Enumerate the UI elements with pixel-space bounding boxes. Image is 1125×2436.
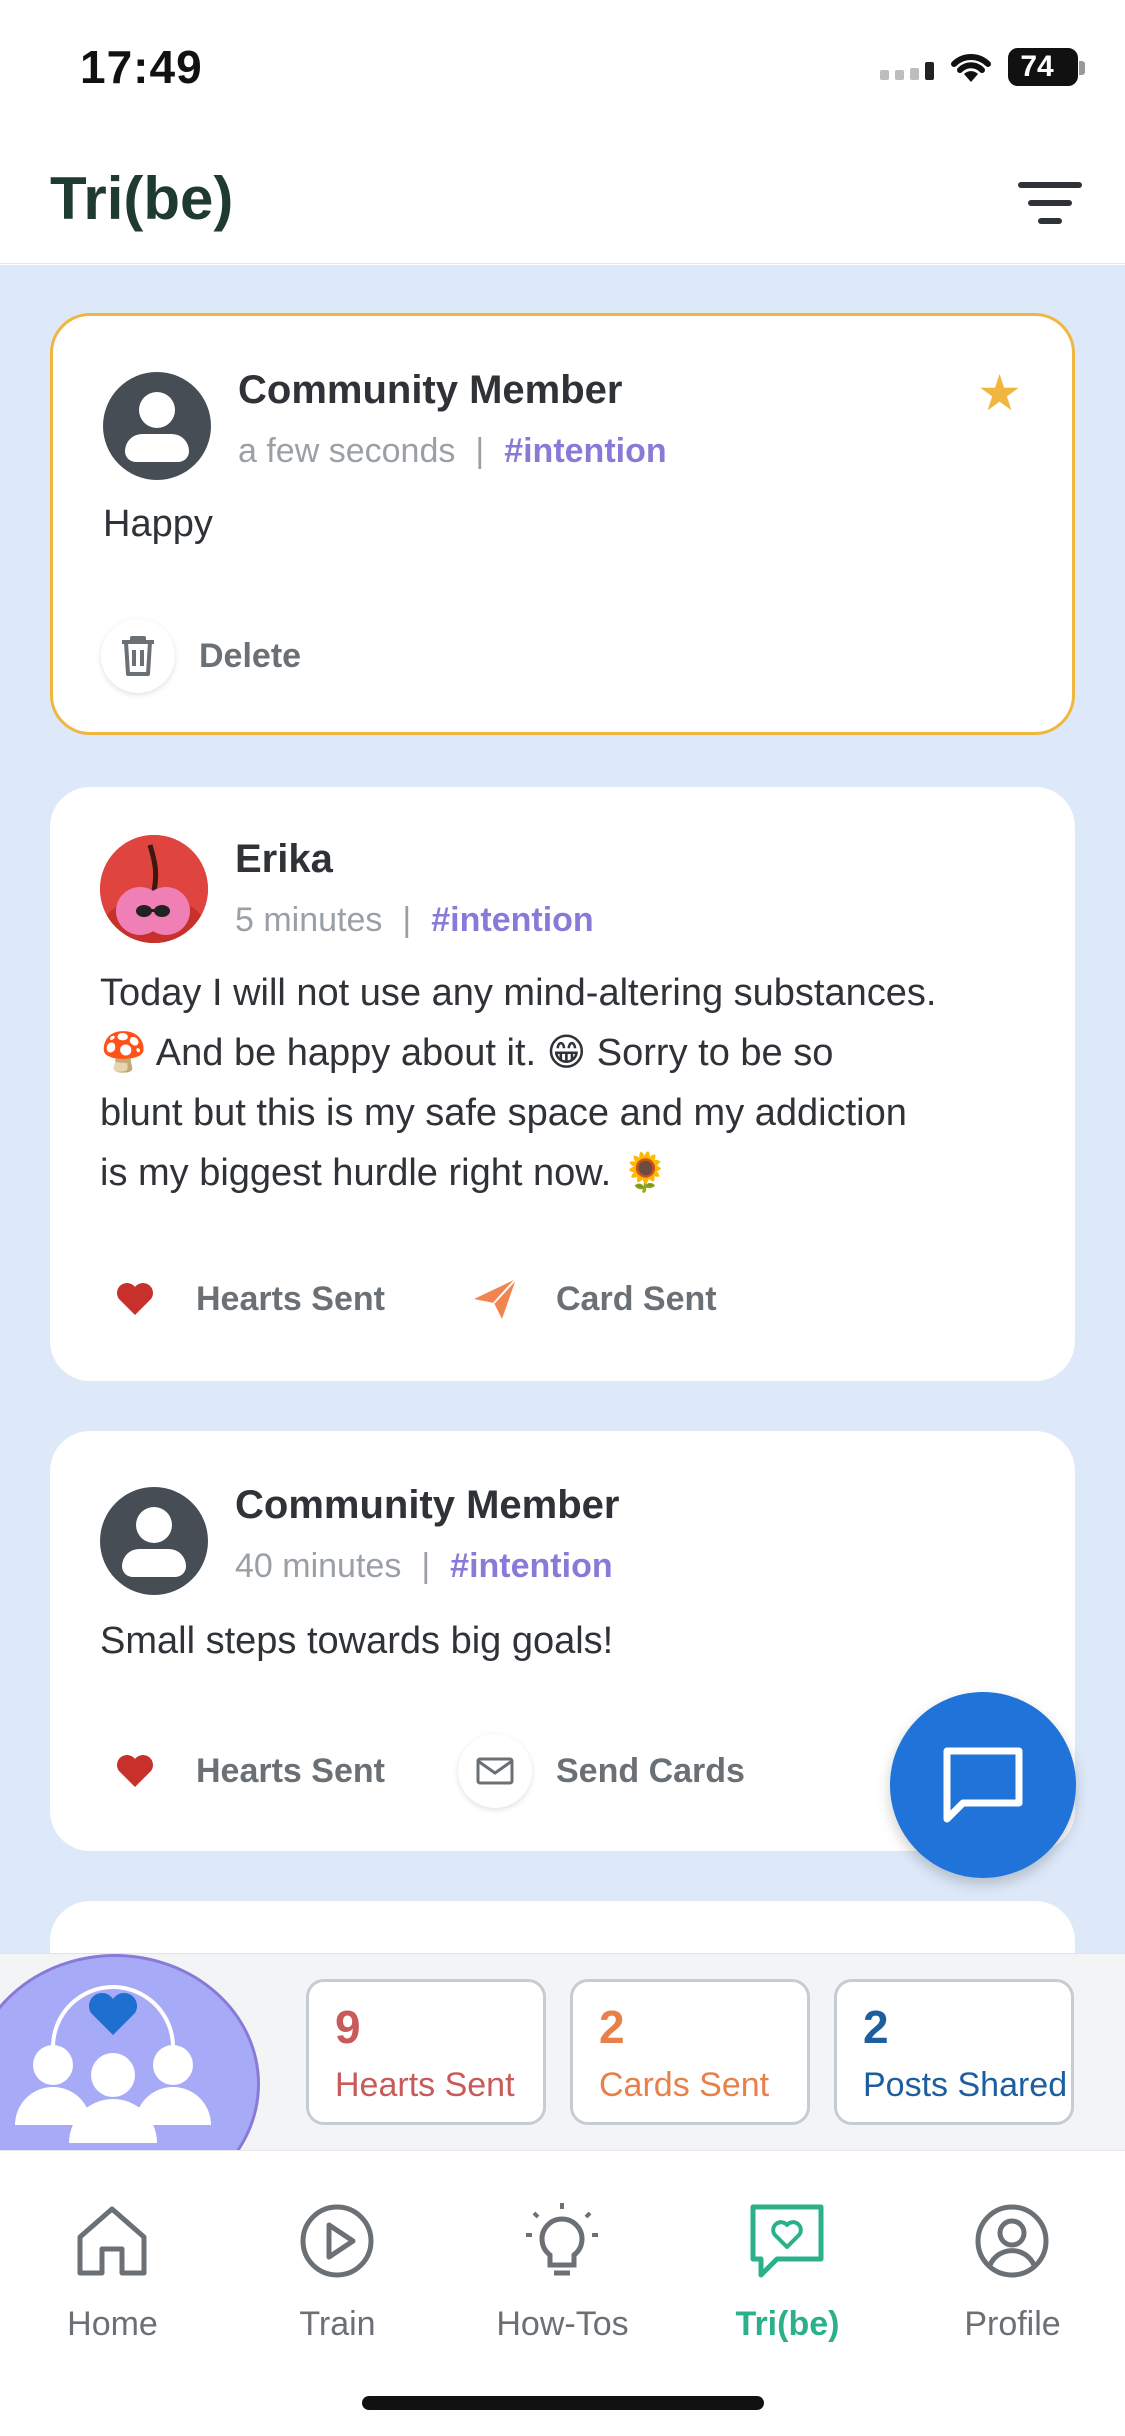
play-icon — [300, 2204, 374, 2278]
post-tag[interactable]: #intention — [450, 1547, 612, 1585]
post-tag[interactable]: #intention — [431, 901, 593, 939]
posts-shared-stat: 2 Posts Shared — [834, 1979, 1074, 2125]
hearts-sent-label: Hearts Sent — [196, 1279, 385, 1318]
post-time: 5 minutes — [235, 901, 383, 939]
home-icon — [77, 2206, 147, 2276]
post-tag[interactable]: #intention — [504, 432, 666, 470]
post-text: Small steps towards big goals! — [100, 1620, 614, 1662]
send-cards-button[interactable]: Send Cards — [458, 1731, 745, 1811]
wifi-icon — [951, 53, 991, 82]
post-text-line: blunt but this is my safe space and my a… — [100, 1092, 907, 1134]
stat-value: 2 — [599, 2001, 625, 2053]
stat-value: 9 — [335, 2001, 361, 2053]
post-author: Community Member — [235, 1483, 620, 1527]
filter-button[interactable] — [1010, 170, 1090, 234]
cards-sent-stat: 2 Cards Sent — [570, 1979, 810, 2125]
tab-label: Profile — [964, 2305, 1061, 2343]
post-time: 40 minutes — [235, 1547, 402, 1585]
stat-label: Hearts Sent — [335, 2066, 515, 2104]
tribe-graphic — [0, 1954, 260, 2150]
avatar — [103, 372, 211, 480]
post-card — [50, 1901, 1075, 1955]
cellular-signal-icon — [880, 62, 934, 80]
envelope-icon — [458, 1734, 532, 1808]
chat-icon — [943, 1747, 1023, 1823]
tab-label: How-Tos — [496, 2305, 629, 2343]
tab-how-tos[interactable]: How-Tos — [450, 2201, 675, 2361]
new-post-button[interactable] — [890, 1692, 1076, 1878]
tab-home[interactable]: Home — [0, 2201, 225, 2361]
tab-train[interactable]: Train — [225, 2201, 450, 2361]
battery-level: 74 — [1020, 50, 1054, 83]
post-meta: 5 minutes | #intention — [235, 901, 594, 939]
post-meta: 40 minutes | #intention — [235, 1547, 613, 1585]
tab-label: Train — [299, 2305, 376, 2343]
battery-icon: 74 — [1008, 48, 1085, 86]
avatar — [100, 1487, 208, 1595]
post-author: Erika — [235, 837, 333, 881]
post-text-line: Today I will not use any mind-altering s… — [100, 972, 937, 1014]
tab-label: Tri(be) — [735, 2305, 840, 2343]
paper-plane-icon — [458, 1262, 532, 1336]
home-indicator[interactable] — [362, 2396, 764, 2410]
heart-icon — [98, 1734, 172, 1808]
stat-label: Cards Sent — [599, 2066, 770, 2104]
heart-chat-icon — [750, 2204, 824, 2278]
star-icon: ★ — [977, 365, 1022, 421]
post-author: Community Member — [238, 368, 623, 412]
heart-icon — [98, 1262, 172, 1336]
tab-bar: Home Train How-Tos Tri(be) Profile — [0, 2150, 1125, 2436]
hearts-sent-button[interactable]: Hearts Sent — [98, 1731, 385, 1811]
post-text: Happy — [103, 503, 213, 545]
card-sent-button[interactable]: Card Sent — [458, 1259, 717, 1339]
tab-tribe[interactable]: Tri(be) — [675, 2201, 900, 2361]
feed[interactable]: Community Member a few seconds | #intentio… — [0, 265, 1125, 1955]
status-time: 17:49 — [80, 41, 203, 93]
card-sent-label: Card Sent — [556, 1279, 717, 1318]
post-text-line: 🍄 And be happy about it. 😁 Sorry to be s… — [100, 1032, 834, 1074]
app-header: Tri(be) — [0, 140, 1125, 264]
lightbulb-icon — [526, 2203, 598, 2276]
stat-value: 2 — [863, 2001, 889, 2053]
hearts-sent-label: Hearts Sent — [196, 1751, 385, 1790]
profile-icon — [975, 2204, 1049, 2278]
stat-label: Posts Shared — [863, 2066, 1068, 2104]
avatar — [100, 835, 208, 943]
post-text: Today I will not use any mind-altering s… — [100, 963, 1080, 1203]
page-title: Tri(be) — [50, 165, 234, 232]
tab-label: Home — [67, 2305, 158, 2343]
post-card: Community Member a few seconds | #intentio… — [50, 313, 1075, 735]
send-cards-label: Send Cards — [556, 1751, 745, 1790]
post-meta: a few seconds | #intention — [238, 432, 667, 470]
post-text-line: is my biggest hurdle right now. 🌻 — [100, 1152, 670, 1194]
delete-button[interactable]: Delete — [101, 616, 301, 696]
hearts-sent-stat: 9 Hearts Sent — [306, 1979, 546, 2125]
trash-icon — [101, 619, 175, 693]
hearts-sent-button[interactable]: Hearts Sent — [98, 1259, 385, 1339]
post-time: a few seconds — [238, 432, 456, 470]
tab-profile[interactable]: Profile — [900, 2201, 1125, 2361]
status-bar: 17:49 74 — [0, 0, 1125, 140]
post-card: Erika 5 minutes | #intention Today I will … — [50, 787, 1075, 1381]
stats-bar: 9 Hearts Sent 2 Cards Sent 2 Posts Share… — [0, 1953, 1125, 2150]
delete-label: Delete — [199, 636, 302, 675]
